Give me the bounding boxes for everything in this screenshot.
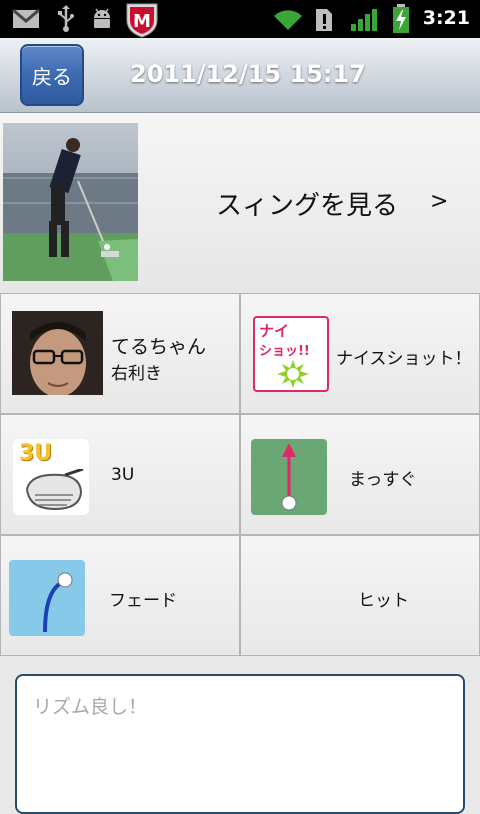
direction-cell[interactable]: まっすぐ <box>240 414 480 535</box>
badge-text-2: ショッ!! <box>259 344 310 359</box>
curve-cell[interactable]: フェード <box>0 535 240 656</box>
player-avatar <box>12 311 103 405</box>
direction-label: まっすぐ <box>349 470 417 490</box>
android-debug-icon <box>94 8 110 28</box>
club-badge-text: 3U <box>19 441 53 466</box>
title-bar: 戻る 2011/12/15 15:17 <box>0 38 480 113</box>
view-swing-label: スィングを見る <box>216 191 399 221</box>
player-name: てるちゃん <box>111 336 207 358</box>
club-label: 3U <box>111 465 135 485</box>
comment-field[interactable]: リズム良し！ <box>15 674 465 814</box>
club-cell[interactable]: 3U 3U <box>0 414 240 535</box>
usb-icon <box>58 5 74 32</box>
result-cell[interactable]: ナイ ショッ!! ナイスショット！ <box>240 293 480 414</box>
signal-icon <box>351 9 377 31</box>
battery-charging-icon <box>393 4 409 33</box>
result-label: ナイスショット！ <box>336 349 472 369</box>
mcafee-icon: M <box>126 3 158 38</box>
utility-club-icon: 3U <box>13 439 89 515</box>
view-swing-row[interactable]: スィングを見る > <box>0 113 480 294</box>
curve-label: フェード <box>109 591 177 611</box>
swing-thumbnail <box>3 123 138 281</box>
wifi-icon <box>274 10 302 30</box>
player-handedness: 右利き <box>111 364 162 384</box>
contact-label: ヒット <box>358 591 409 611</box>
page-title: 2011/12/15 15:17 <box>130 60 366 88</box>
svg-text:M: M <box>133 11 151 32</box>
comment-text: リズム良し！ <box>33 696 148 718</box>
straight-arrow-icon <box>251 439 327 515</box>
fade-curve-icon <box>9 560 85 636</box>
nice-shot-badge-icon: ナイ ショッ!! <box>253 316 329 392</box>
alert-icon <box>316 9 332 31</box>
shot-info-grid: てるちゃん 右利き ナイ ショッ!! ナイスショット！ 3U 3U まっすぐ フ… <box>0 293 480 659</box>
player-cell[interactable]: てるちゃん 右利き <box>0 293 240 414</box>
back-button[interactable]: 戻る <box>20 44 84 106</box>
status-bar: M 3:21 <box>0 0 480 38</box>
gmail-icon <box>12 9 40 28</box>
badge-text-1: ナイ <box>259 322 290 340</box>
contact-cell[interactable]: ヒット <box>240 535 480 656</box>
clock: 3:21 <box>422 7 470 29</box>
chevron-right-icon: > <box>430 189 449 214</box>
